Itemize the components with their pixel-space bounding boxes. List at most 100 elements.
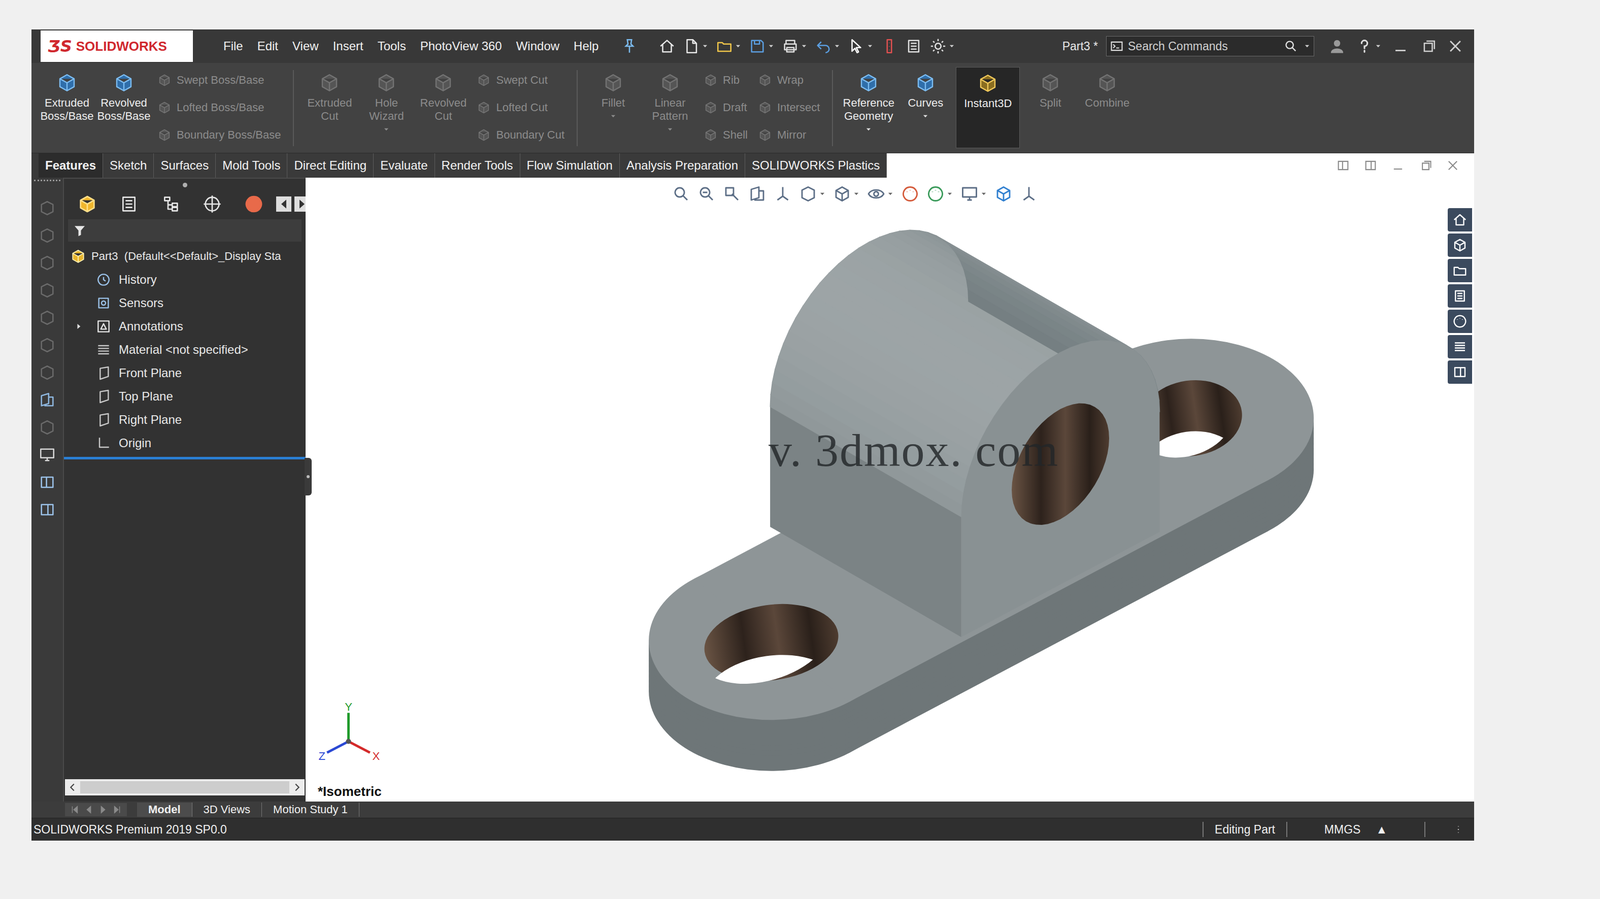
scroll-left-icon[interactable]	[276, 196, 292, 212]
tile-right-icon[interactable]	[1363, 158, 1378, 173]
dropdown-arrow-icon[interactable]	[382, 125, 390, 133]
ribbon-small-button[interactable]: Shell	[703, 124, 748, 146]
tab-scroll-icon[interactable]	[111, 804, 123, 816]
menu-item[interactable]: PhotoView 360	[413, 39, 510, 54]
dropdown-arrow-icon[interactable]	[864, 125, 873, 133]
tree-item[interactable]: Origin	[63, 431, 306, 455]
tree-item[interactable]: Annotations	[63, 314, 306, 339]
tile-left-icon[interactable]	[1336, 158, 1351, 173]
dropdown-arrow-icon[interactable]	[946, 190, 954, 198]
panel-splitter[interactable]	[304, 457, 312, 496]
property-manager-icon[interactable]	[118, 193, 140, 215]
panel-handle[interactable]	[63, 177, 306, 191]
dropdown-arrow-icon[interactable]	[921, 112, 929, 120]
tool-icon[interactable]	[38, 473, 56, 491]
dimxpert-icon[interactable]	[202, 193, 223, 215]
tool-icon[interactable]	[38, 281, 56, 299]
task-pane-tab[interactable]	[1447, 208, 1473, 232]
menu-item[interactable]: Tools	[370, 39, 414, 54]
menu-item[interactable]: Insert	[325, 39, 371, 54]
restore-icon[interactable]	[1418, 158, 1433, 173]
model-tab[interactable]: Model	[137, 802, 193, 817]
tool-icon[interactable]	[38, 418, 56, 437]
command-tab[interactable]: Features	[38, 153, 104, 178]
search-commands[interactable]: Search Commands	[1106, 36, 1315, 57]
task-pane-tab[interactable]	[1447, 309, 1473, 333]
ribbon-button[interactable]: Linear Pattern	[641, 67, 699, 149]
tool-icon[interactable]	[38, 309, 56, 327]
tree-filter[interactable]	[68, 219, 302, 242]
view-tool-icon[interactable]	[867, 184, 886, 204]
horizontal-scrollbar[interactable]	[64, 779, 305, 796]
help-icon[interactable]	[1355, 37, 1374, 55]
ribbon-button[interactable]: Curves	[896, 67, 954, 149]
task-pane-tab[interactable]	[1447, 335, 1473, 359]
solidworks-logo[interactable]: ƷSSOLIDWORKS	[40, 30, 193, 62]
ribbon-button[interactable]: Hole Wizard	[357, 67, 415, 149]
tool-icon[interactable]	[38, 336, 56, 354]
dropdown-arrow-icon[interactable]	[866, 42, 874, 50]
ribbon-small-button[interactable]: Wrap	[757, 70, 820, 91]
ribbon-button[interactable]: Revolved Cut	[414, 67, 472, 149]
dropdown-arrow-icon[interactable]	[833, 42, 841, 50]
ribbon-small-button[interactable]: Mirror	[757, 124, 820, 146]
dropdown-arrow-icon[interactable]	[666, 125, 674, 133]
tree-item[interactable]: Front Plane	[63, 361, 306, 385]
save-icon[interactable]	[748, 37, 766, 55]
task-pane-tab[interactable]	[1447, 284, 1473, 308]
ribbon-small-button[interactable]: Swept Cut	[476, 70, 565, 91]
file-properties-icon[interactable]	[905, 37, 923, 55]
new-document-icon[interactable]	[682, 37, 700, 55]
restore-icon[interactable]	[1419, 37, 1437, 55]
tree-root[interactable]: Part3 (Default<<Default>_Display Sta	[63, 244, 306, 269]
view-triad[interactable]: YXZ	[318, 700, 380, 762]
plate-hole[interactable]	[699, 595, 844, 741]
home-icon[interactable]	[658, 37, 676, 55]
feature-manager-icon[interactable]	[77, 193, 98, 215]
toolbar-grip[interactable]	[34, 179, 61, 184]
view-tool-icon[interactable]	[960, 184, 979, 204]
select-icon[interactable]	[847, 37, 865, 55]
menu-item[interactable]: Edit	[250, 39, 286, 54]
view-tool-icon[interactable]	[697, 184, 716, 204]
view-tool-icon[interactable]	[798, 184, 818, 204]
command-tab[interactable]: Flow Simulation	[520, 153, 620, 178]
tab-scroll-icon[interactable]	[69, 804, 81, 816]
dropdown-arrow-icon[interactable]	[701, 42, 709, 50]
close-icon[interactable]	[1446, 37, 1464, 55]
display-manager-icon[interactable]	[243, 193, 264, 215]
command-tab[interactable]: Mold Tools	[215, 153, 288, 178]
rebuild-icon[interactable]	[880, 37, 898, 55]
tree-item[interactable]: History	[63, 268, 306, 292]
search-icon[interactable]	[1283, 39, 1298, 54]
task-pane-tab[interactable]	[1447, 233, 1473, 257]
more-icon[interactable]	[1452, 823, 1464, 836]
dropdown-arrow-icon[interactable]	[948, 42, 956, 50]
unit-system-arrow[interactable]: ▲	[1375, 822, 1388, 837]
command-tab[interactable]: Surfaces	[153, 153, 216, 178]
ribbon-button[interactable]: Extruded Boss/Base	[38, 67, 96, 149]
minimize-icon[interactable]	[1390, 158, 1406, 173]
menu-item[interactable]: Window	[509, 39, 567, 54]
undo-icon[interactable]	[814, 37, 832, 55]
ribbon-button[interactable]: Revolved Boss/Base	[95, 67, 153, 149]
view-tool-icon[interactable]	[901, 184, 920, 204]
ribbon-small-button[interactable]: Boundary Cut	[476, 124, 565, 146]
tab-scroll-icon[interactable]	[97, 804, 109, 816]
tree-item[interactable]: Material <not specified>	[63, 338, 306, 362]
command-tab[interactable]: SOLIDWORKS Plastics	[745, 153, 887, 178]
dropdown-arrow-icon[interactable]	[852, 190, 860, 198]
model-tab[interactable]: 3D Views	[192, 802, 263, 817]
task-pane-tab[interactable]	[1447, 360, 1473, 384]
dropdown-arrow-icon[interactable]	[818, 190, 826, 198]
ribbon-small-button[interactable]: Intersect	[757, 97, 820, 118]
scrollbar-thumb[interactable]	[80, 781, 290, 794]
tree-item[interactable]: Top Plane	[63, 384, 306, 409]
view-tool-icon[interactable]	[832, 184, 852, 204]
command-tab[interactable]: Evaluate	[373, 153, 435, 178]
scroll-right-icon[interactable]	[291, 781, 303, 793]
minimize-icon[interactable]	[1391, 37, 1410, 55]
view-tool-icon[interactable]	[672, 184, 691, 204]
ribbon-small-button[interactable]: Lofted Cut	[476, 97, 565, 118]
user-icon[interactable]	[1328, 37, 1346, 55]
